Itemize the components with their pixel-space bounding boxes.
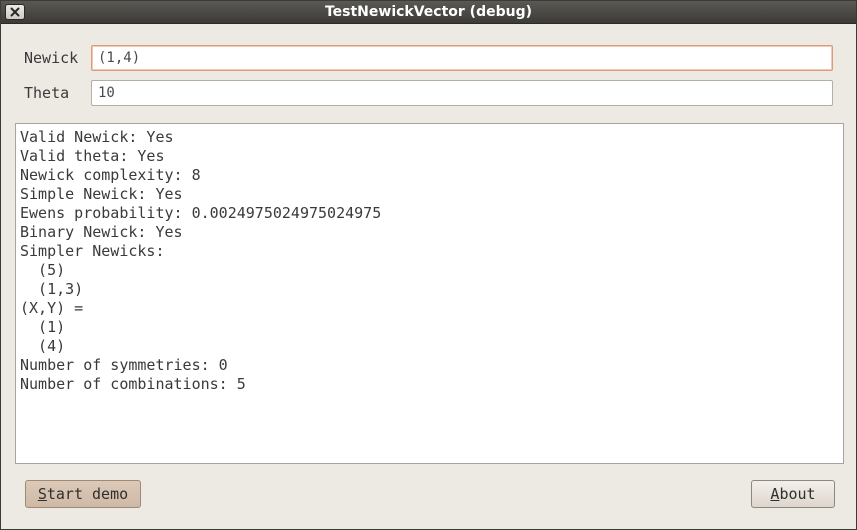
newick-label: Newick bbox=[24, 49, 79, 67]
output-line: Ewens probability: 0.0024975024975024975 bbox=[20, 204, 382, 222]
output-line: (4) bbox=[20, 337, 66, 355]
about-button[interactable]: About bbox=[751, 480, 835, 508]
output-line: Number of symmetries: 0 bbox=[20, 356, 228, 374]
output-line: Simple Newick: Yes bbox=[20, 185, 183, 203]
output-line: Newick complexity: 8 bbox=[20, 166, 201, 184]
theta-label: Theta bbox=[24, 84, 70, 102]
output-text-area[interactable]: Valid Newick: Yes Valid theta: Yes Newic… bbox=[15, 123, 844, 464]
newick-input[interactable]: (1,4) bbox=[91, 45, 833, 71]
main-window: TestNewickVector (debug) Newick (1,4) Th… bbox=[0, 0, 857, 530]
output-line: Simpler Newicks: bbox=[20, 242, 165, 260]
output-line: (1) bbox=[20, 318, 66, 336]
output-line: (X,Y) = bbox=[20, 299, 84, 317]
output-line: Valid theta: Yes bbox=[20, 147, 165, 165]
output-line: Number of combinations: 5 bbox=[20, 375, 246, 393]
window-title: TestNewickVector (debug) bbox=[324, 4, 533, 20]
about-label: bout bbox=[779, 485, 816, 503]
start-demo-mnemonic: S bbox=[37, 485, 47, 503]
theta-input[interactable]: 10 bbox=[91, 80, 833, 106]
start-demo-button[interactable]: Start demo bbox=[25, 480, 141, 508]
output-line: Valid Newick: Yes bbox=[20, 128, 174, 146]
start-demo-label: tart demo bbox=[46, 485, 129, 503]
output-line: Binary Newick: Yes bbox=[20, 223, 183, 241]
output-line: (5) bbox=[20, 261, 66, 279]
output-line: (1,3) bbox=[20, 280, 84, 298]
title-bar[interactable]: TestNewickVector (debug) bbox=[1, 1, 856, 24]
